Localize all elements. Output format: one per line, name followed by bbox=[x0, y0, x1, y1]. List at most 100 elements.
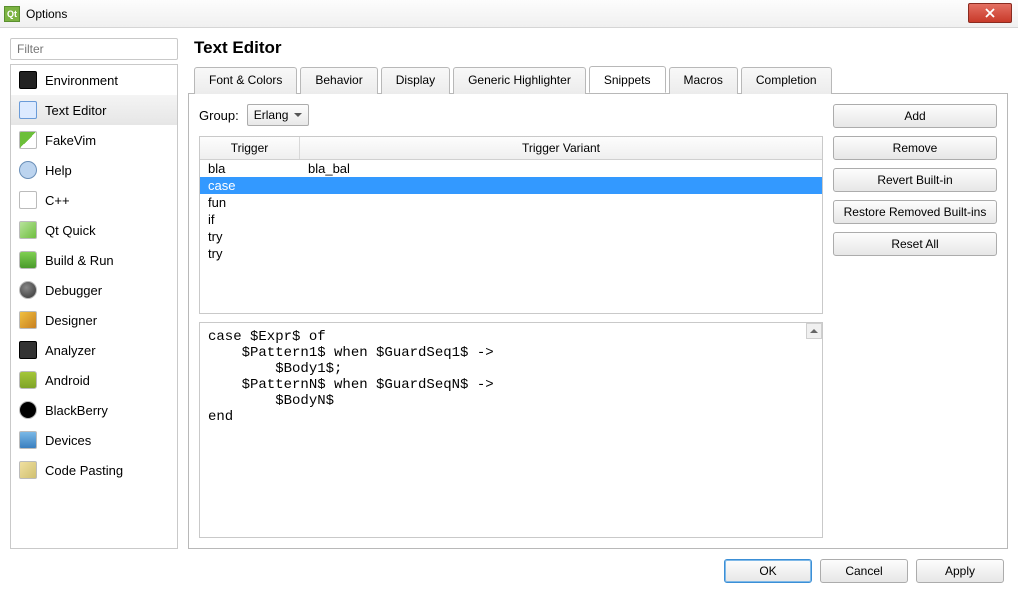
cell-trigger: fun bbox=[200, 194, 300, 211]
cell-variant bbox=[300, 228, 822, 245]
group-row: Group: Erlang bbox=[199, 104, 823, 126]
cancel-button[interactable]: Cancel bbox=[820, 559, 908, 583]
sidebar-item-label: Build & Run bbox=[45, 253, 114, 268]
sidebar-item-environment[interactable]: Environment bbox=[11, 65, 177, 95]
build-run-icon bbox=[19, 251, 37, 269]
tab-font-colors[interactable]: Font & Colors bbox=[194, 67, 297, 94]
sidebar-item-label: Android bbox=[45, 373, 90, 388]
sidebar-item-devices[interactable]: Devices bbox=[11, 425, 177, 455]
snippets-table: Trigger Trigger Variant blabla_balcasefu… bbox=[199, 136, 823, 314]
fakevim-icon bbox=[19, 131, 37, 149]
sidebar-item-label: Qt Quick bbox=[45, 223, 96, 238]
sidebar-item-label: Text Editor bbox=[45, 103, 106, 118]
blackberry-icon bbox=[19, 401, 37, 419]
sidebar-item-label: Code Pasting bbox=[45, 463, 123, 478]
sidebar: Environment Text Editor FakeVim Help C++ Qt Q… bbox=[10, 38, 178, 549]
analyzer-icon bbox=[19, 341, 37, 359]
cell-trigger: try bbox=[200, 245, 300, 262]
cell-variant bbox=[300, 211, 822, 228]
restore-removed-builtins-button[interactable]: Restore Removed Built-ins bbox=[833, 200, 997, 224]
sidebar-item-label: Environment bbox=[45, 73, 118, 88]
sidebar-item-analyzer[interactable]: Analyzer bbox=[11, 335, 177, 365]
sidebar-item-text-editor[interactable]: Text Editor bbox=[11, 95, 177, 125]
cell-variant bbox=[300, 194, 822, 211]
snippet-code-editor[interactable]: case $Expr$ of $Pattern1$ when $GuardSeq… bbox=[199, 322, 823, 538]
sidebar-item-label: Debugger bbox=[45, 283, 102, 298]
sidebar-item-code-pasting[interactable]: Code Pasting bbox=[11, 455, 177, 485]
text-editor-icon bbox=[19, 101, 37, 119]
code-editor-wrap: case $Expr$ of $Pattern1$ when $GuardSeq… bbox=[199, 322, 823, 538]
tab-snippets[interactable]: Snippets bbox=[589, 66, 666, 93]
app-icon: Qt bbox=[4, 6, 20, 22]
environment-icon bbox=[19, 71, 37, 89]
sidebar-item-android[interactable]: Android bbox=[11, 365, 177, 395]
help-icon bbox=[19, 161, 37, 179]
add-button[interactable]: Add bbox=[833, 104, 997, 128]
table-row[interactable]: if bbox=[200, 211, 822, 228]
qt-quick-icon bbox=[19, 221, 37, 239]
sidebar-item-label: Help bbox=[45, 163, 72, 178]
c--icon bbox=[19, 191, 37, 209]
tab-body: Group: Erlang Trigger Trigger Variant bl… bbox=[188, 94, 1008, 549]
table-row[interactable]: fun bbox=[200, 194, 822, 211]
table-row[interactable]: try bbox=[200, 228, 822, 245]
devices-icon bbox=[19, 431, 37, 449]
table-row[interactable]: try bbox=[200, 245, 822, 262]
table-header: Trigger Trigger Variant bbox=[200, 137, 822, 160]
category-list: Environment Text Editor FakeVim Help C++ Qt Q… bbox=[10, 64, 178, 549]
filter-input[interactable] bbox=[10, 38, 178, 60]
cell-variant bbox=[300, 177, 822, 194]
sidebar-item-label: Designer bbox=[45, 313, 97, 328]
sidebar-item-designer[interactable]: Designer bbox=[11, 305, 177, 335]
revert-builtins-button[interactable]: Revert Built-in bbox=[833, 168, 997, 192]
sidebar-item-fakevim[interactable]: FakeVim bbox=[11, 125, 177, 155]
reset-all-button[interactable]: Reset All bbox=[833, 232, 997, 256]
col-variant-header[interactable]: Trigger Variant bbox=[300, 137, 822, 159]
tab-display[interactable]: Display bbox=[381, 67, 450, 94]
sidebar-item-label: Devices bbox=[45, 433, 91, 448]
sidebar-item-c-[interactable]: C++ bbox=[11, 185, 177, 215]
snippets-panel: Group: Erlang Trigger Trigger Variant bl… bbox=[199, 104, 823, 538]
window-title: Options bbox=[26, 7, 67, 21]
sidebar-item-qt-quick[interactable]: Qt Quick bbox=[11, 215, 177, 245]
debugger-icon bbox=[19, 281, 37, 299]
sidebar-item-label: Analyzer bbox=[45, 343, 96, 358]
sidebar-item-label: BlackBerry bbox=[45, 403, 108, 418]
dialog-footer: OK Cancel Apply bbox=[0, 555, 1018, 595]
sidebar-item-label: C++ bbox=[45, 193, 70, 208]
sidebar-item-blackberry[interactable]: BlackBerry bbox=[11, 395, 177, 425]
chevron-down-icon bbox=[294, 113, 302, 117]
apply-button[interactable]: Apply bbox=[916, 559, 1004, 583]
cell-trigger: try bbox=[200, 228, 300, 245]
sidebar-item-build-run[interactable]: Build & Run bbox=[11, 245, 177, 275]
android-icon bbox=[19, 371, 37, 389]
titlebar: Qt Options bbox=[0, 0, 1018, 28]
close-button[interactable] bbox=[968, 3, 1012, 23]
tab-completion[interactable]: Completion bbox=[741, 67, 832, 94]
page-title: Text Editor bbox=[194, 38, 1008, 58]
table-row[interactable]: case bbox=[200, 177, 822, 194]
cell-variant bbox=[300, 245, 822, 262]
side-buttons: Add Remove Revert Built-in Restore Remov… bbox=[833, 104, 997, 538]
cell-trigger: case bbox=[200, 177, 300, 194]
scroll-up-button[interactable] bbox=[806, 323, 822, 339]
table-body: blabla_balcasefuniftrytry bbox=[200, 160, 822, 313]
table-row[interactable]: blabla_bal bbox=[200, 160, 822, 177]
group-label: Group: bbox=[199, 108, 239, 123]
close-icon bbox=[985, 8, 995, 18]
group-value: Erlang bbox=[254, 108, 289, 122]
sidebar-item-debugger[interactable]: Debugger bbox=[11, 275, 177, 305]
tab-behavior[interactable]: Behavior bbox=[300, 67, 377, 94]
cell-trigger: if bbox=[200, 211, 300, 228]
main-panel: Text Editor Font & ColorsBehaviorDisplay… bbox=[188, 38, 1008, 549]
sidebar-item-help[interactable]: Help bbox=[11, 155, 177, 185]
sidebar-item-label: FakeVim bbox=[45, 133, 96, 148]
col-trigger-header[interactable]: Trigger bbox=[200, 137, 300, 159]
ok-button[interactable]: OK bbox=[724, 559, 812, 583]
remove-button[interactable]: Remove bbox=[833, 136, 997, 160]
tab-macros[interactable]: Macros bbox=[669, 67, 738, 94]
cell-variant: bla_bal bbox=[300, 160, 822, 177]
tab-generic-highlighter[interactable]: Generic Highlighter bbox=[453, 67, 586, 94]
group-select[interactable]: Erlang bbox=[247, 104, 310, 126]
tabbar: Font & ColorsBehaviorDisplayGeneric High… bbox=[188, 66, 1008, 94]
